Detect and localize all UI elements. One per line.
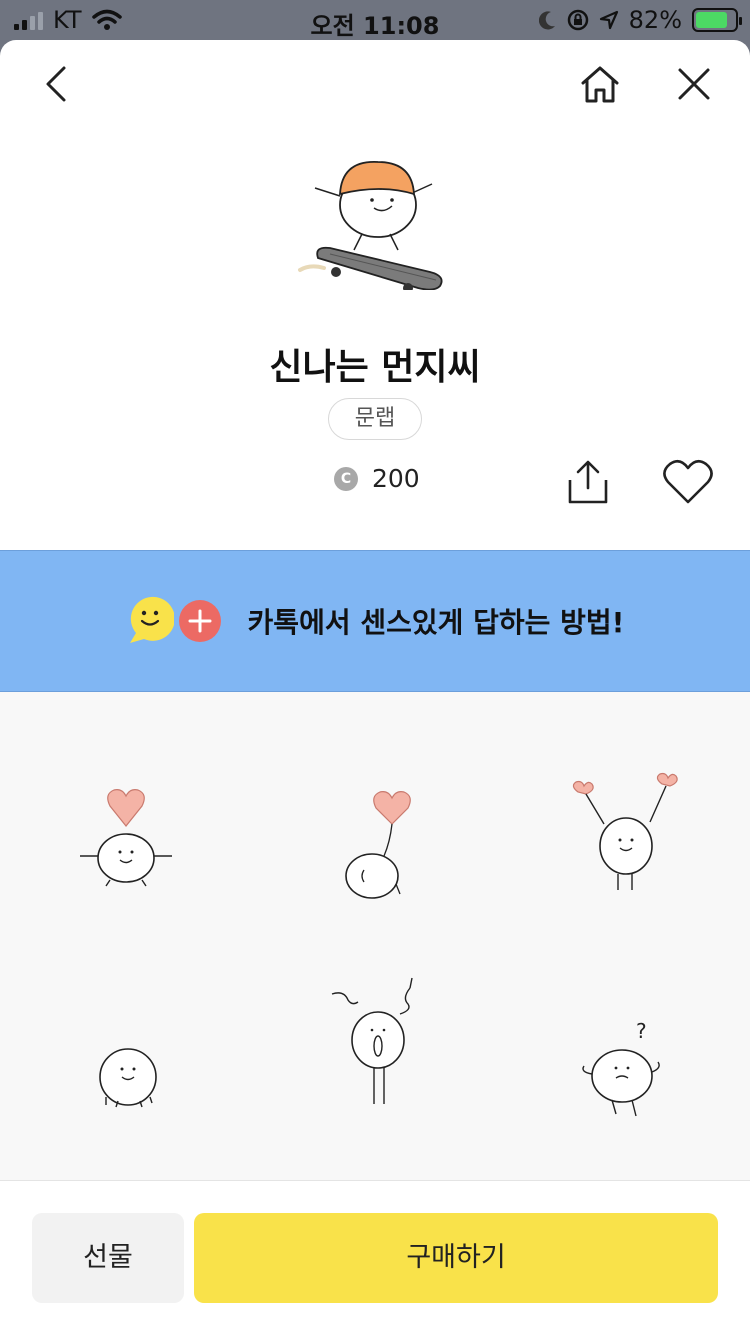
rotation-lock-icon: [567, 9, 588, 31]
buy-button[interactable]: 구매하기: [194, 1213, 718, 1303]
sticker-preview-grid: ?: [0, 692, 750, 1180]
svg-text:?: ?: [636, 1019, 647, 1043]
bottom-action-bar: 선물 구매하기: [0, 1180, 750, 1334]
status-right: 82%: [538, 6, 742, 34]
hero-sticker-image: [298, 161, 443, 290]
artist-tag[interactable]: 문랩: [328, 398, 422, 440]
price-value: 200: [372, 464, 420, 493]
sticker-arms-up-hearts[interactable]: [550, 762, 700, 912]
sticker-confused[interactable]: ?: [550, 992, 700, 1142]
battery-icon: [692, 8, 742, 32]
gift-button[interactable]: 선물: [32, 1213, 184, 1303]
heart-icon[interactable]: [662, 458, 714, 506]
promo-banner[interactable]: 카톡에서 센스있게 답하는 방법!: [0, 550, 750, 692]
back-icon[interactable]: [34, 62, 78, 106]
product-title: 신나는 먼지씨: [269, 347, 481, 388]
banner-text: 카톡에서 센스있게 답하는 방법!: [247, 606, 625, 639]
status-bar: KT 오전 11:08 82%: [0, 0, 750, 40]
share-icon[interactable]: [564, 458, 612, 506]
sticker-smiling[interactable]: [50, 997, 200, 1147]
price-row: C 200: [334, 464, 420, 493]
home-icon[interactable]: [578, 62, 622, 106]
plus-circle-icon: [178, 600, 221, 642]
smiley-bubble-icon: [129, 596, 174, 643]
sticker-surprised[interactable]: [300, 970, 450, 1120]
coin-icon: C: [334, 466, 358, 491]
sticker-detail-sheet: 신나는 먼지씨 문랩 C 200 카톡에서 센스있게 답하는 방법! ? 선물 …: [0, 40, 750, 1334]
close-icon[interactable]: [672, 62, 716, 106]
battery-percent: 82%: [628, 6, 682, 34]
sticker-heart-balloon[interactable]: [300, 762, 450, 912]
banner-icons: [126, 595, 222, 647]
location-icon: [599, 10, 618, 30]
sticker-heart-above[interactable]: [50, 762, 200, 912]
moon-icon: [538, 11, 555, 30]
